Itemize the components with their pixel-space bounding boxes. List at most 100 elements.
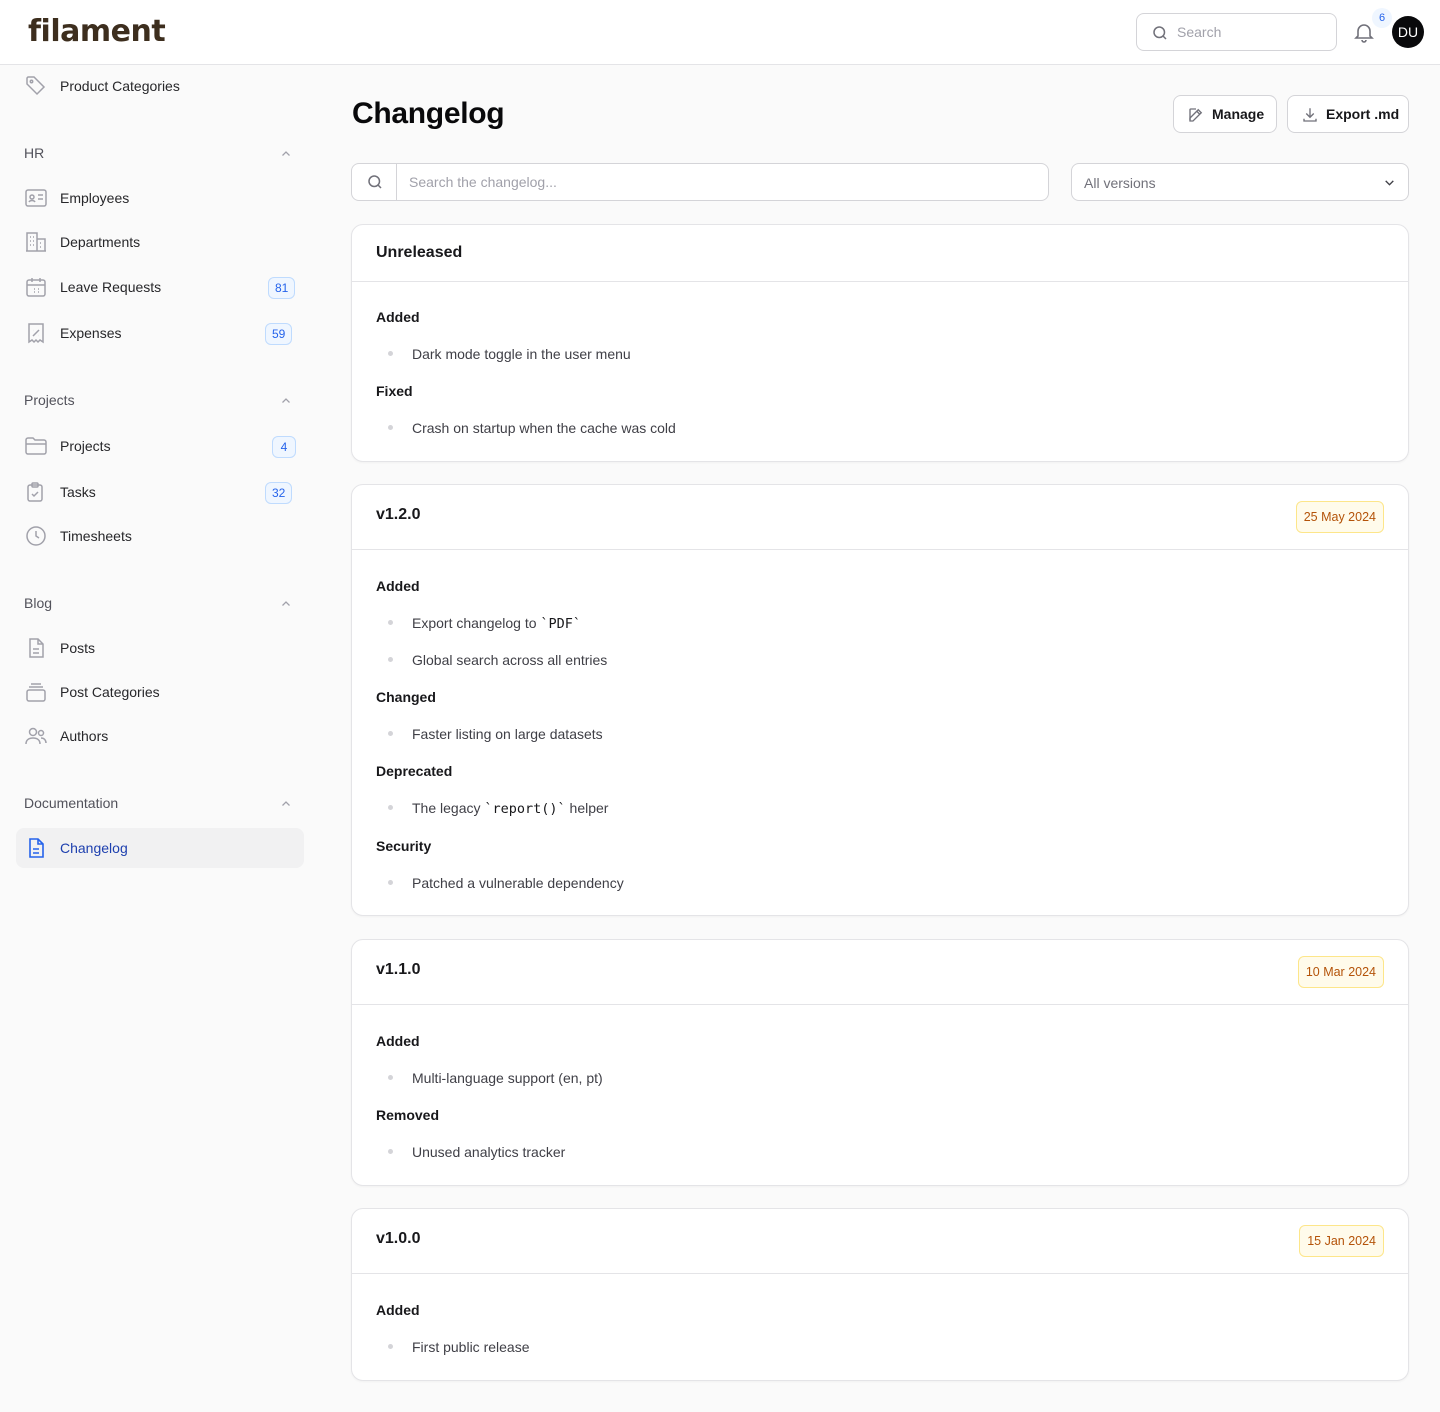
download-icon [1303, 108, 1317, 122]
building-icon [26, 232, 46, 252]
inline-code: `PDF` [540, 616, 582, 632]
sidebar-item-label: Departments [60, 234, 141, 250]
release-date-badge: 10 Mar 2024 [1297, 956, 1384, 988]
sidebar-group-blog[interactable]: Blog [24, 592, 296, 616]
page-title: Changelog [352, 97, 505, 130]
sidebar-item-label: Changelog [60, 840, 128, 856]
release-card-header: Unreleased [352, 225, 1408, 282]
count-badge: 32 [265, 482, 293, 504]
release-title: Unreleased [376, 244, 463, 261]
release-card-header: v1.0.0 15 Jan 2024 [352, 1209, 1408, 1274]
notifications-count-badge: 6 [1372, 8, 1392, 28]
global-search[interactable] [1136, 13, 1337, 51]
sidebar-item-leave-requests[interactable]: Leave Requests 81 [16, 267, 304, 307]
count-badge: 81 [268, 277, 296, 299]
release-date-badge: 15 Jan 2024 [1299, 1225, 1384, 1257]
bullet [388, 880, 393, 885]
release-title: v1.2.0 [376, 506, 421, 523]
sidebar-item-label: Product Categories [60, 78, 180, 94]
manage-button[interactable]: Manage [1173, 95, 1277, 133]
sidebar-item-label: Authors [60, 728, 109, 744]
chevron-up-icon [282, 151, 290, 156]
bullet [388, 1149, 393, 1154]
sidebar-item-employees[interactable]: Employees [16, 178, 304, 218]
sidebar-item-authors[interactable]: Authors [16, 716, 304, 756]
sidebar-item-label: Tasks [60, 484, 96, 500]
changelog-item: Crash on startup when the cache was cold [412, 420, 676, 436]
bullet [388, 1075, 393, 1080]
users-icon [25, 727, 47, 745]
chevron-up-icon [282, 601, 290, 606]
sidebar-item-departments[interactable]: Departments [16, 222, 304, 262]
sidebar-group-label: Documentation [24, 795, 119, 811]
sidebar-item-label: Projects [60, 438, 111, 454]
release-title: v1.0.0 [376, 1230, 421, 1247]
changelog-item: The legacy `report()` helper [412, 800, 608, 817]
section-title: Deprecated [376, 763, 453, 779]
release-card-header: v1.1.0 10 Mar 2024 [352, 940, 1408, 1005]
release-card-header: v1.2.0 25 May 2024 [352, 485, 1408, 550]
section-title: Fixed [376, 383, 413, 399]
item-text-after: helper [565, 800, 609, 816]
bullet [388, 657, 393, 662]
calendar-icon [26, 278, 46, 297]
sidebar-item-label: Expenses [60, 325, 122, 341]
release-card: v1.0.0 15 Jan 2024 Added First public re… [351, 1208, 1409, 1381]
sidebar-item-timesheets[interactable]: Timesheets [16, 516, 304, 556]
export-md-button[interactable]: Export .md [1287, 95, 1409, 133]
release-card: v1.2.0 25 May 2024 Added Export changelo… [351, 484, 1409, 916]
export-button-label: Export .md [1326, 106, 1400, 122]
sidebar-item-post-categories[interactable]: Post Categories [16, 672, 304, 712]
bullet [388, 425, 393, 430]
sidebar-item-projects[interactable]: Projects 4 [16, 426, 304, 466]
section-title: Removed [376, 1107, 440, 1123]
bullet [388, 1344, 393, 1349]
global-search-input[interactable] [1177, 22, 1327, 42]
search-prefix [352, 164, 397, 200]
changelog-item: Patched a vulnerable dependency [412, 875, 624, 891]
changelog-item: Export changelog to `PDF` [412, 615, 581, 632]
chevron-up-icon [282, 801, 290, 806]
manage-button-label: Manage [1212, 106, 1265, 122]
changelog-item: Global search across all entries [412, 652, 608, 668]
version-select[interactable]: All versions [1071, 163, 1409, 201]
release-date-badge: 25 May 2024 [1295, 501, 1384, 533]
changelog-item: Dark mode toggle in the user menu [412, 346, 631, 362]
sidebar-item-label: Posts [60, 640, 96, 656]
sidebar-item-changelog[interactable]: Changelog [16, 828, 304, 868]
sidebar-item-expenses[interactable]: Expenses 59 [16, 313, 304, 353]
changelog-search-input[interactable] [409, 172, 1029, 192]
changelog-item: First public release [412, 1339, 530, 1355]
sidebar-group-hr[interactable]: HR [24, 142, 296, 166]
sidebar-item-tasks[interactable]: Tasks 32 [16, 472, 304, 512]
inline-code: `report()` [484, 801, 566, 817]
stack-icon [26, 683, 46, 702]
chevron-down-icon [1385, 180, 1394, 186]
sidebar-group-label: HR [24, 145, 45, 161]
app-logo[interactable]: filament [28, 14, 166, 49]
document-text-icon [29, 838, 44, 858]
bullet [388, 620, 393, 625]
count-badge: 59 [265, 323, 293, 345]
section-title: Changed [376, 689, 436, 705]
sidebar-group-projects[interactable]: Projects [24, 389, 296, 413]
bell-icon[interactable] [1352, 20, 1376, 44]
version-select-value: All versions [1084, 175, 1156, 191]
sidebar-item-product-categories[interactable]: Product Categories [16, 66, 304, 106]
changelog-search[interactable] [351, 163, 1049, 201]
item-text-before: Export changelog to [412, 615, 541, 631]
changelog-item: Unused analytics tracker [412, 1144, 566, 1160]
sidebar-group-documentation[interactable]: Documentation [24, 792, 296, 816]
section-title: Added [376, 1302, 420, 1318]
changelog-item: Faster listing on large datasets [412, 726, 603, 742]
document-icon [29, 638, 44, 658]
avatar[interactable]: DU [1392, 16, 1424, 48]
search-icon [1153, 26, 1167, 40]
sidebar-item-label: Leave Requests [60, 279, 162, 295]
sidebar-group-label: Projects [24, 392, 75, 408]
search-icon [368, 175, 382, 189]
chevron-up-icon [282, 398, 290, 403]
clipboard-check-icon [27, 482, 43, 502]
sidebar-item-posts[interactable]: Posts [16, 628, 304, 668]
section-title: Added [376, 1033, 420, 1049]
